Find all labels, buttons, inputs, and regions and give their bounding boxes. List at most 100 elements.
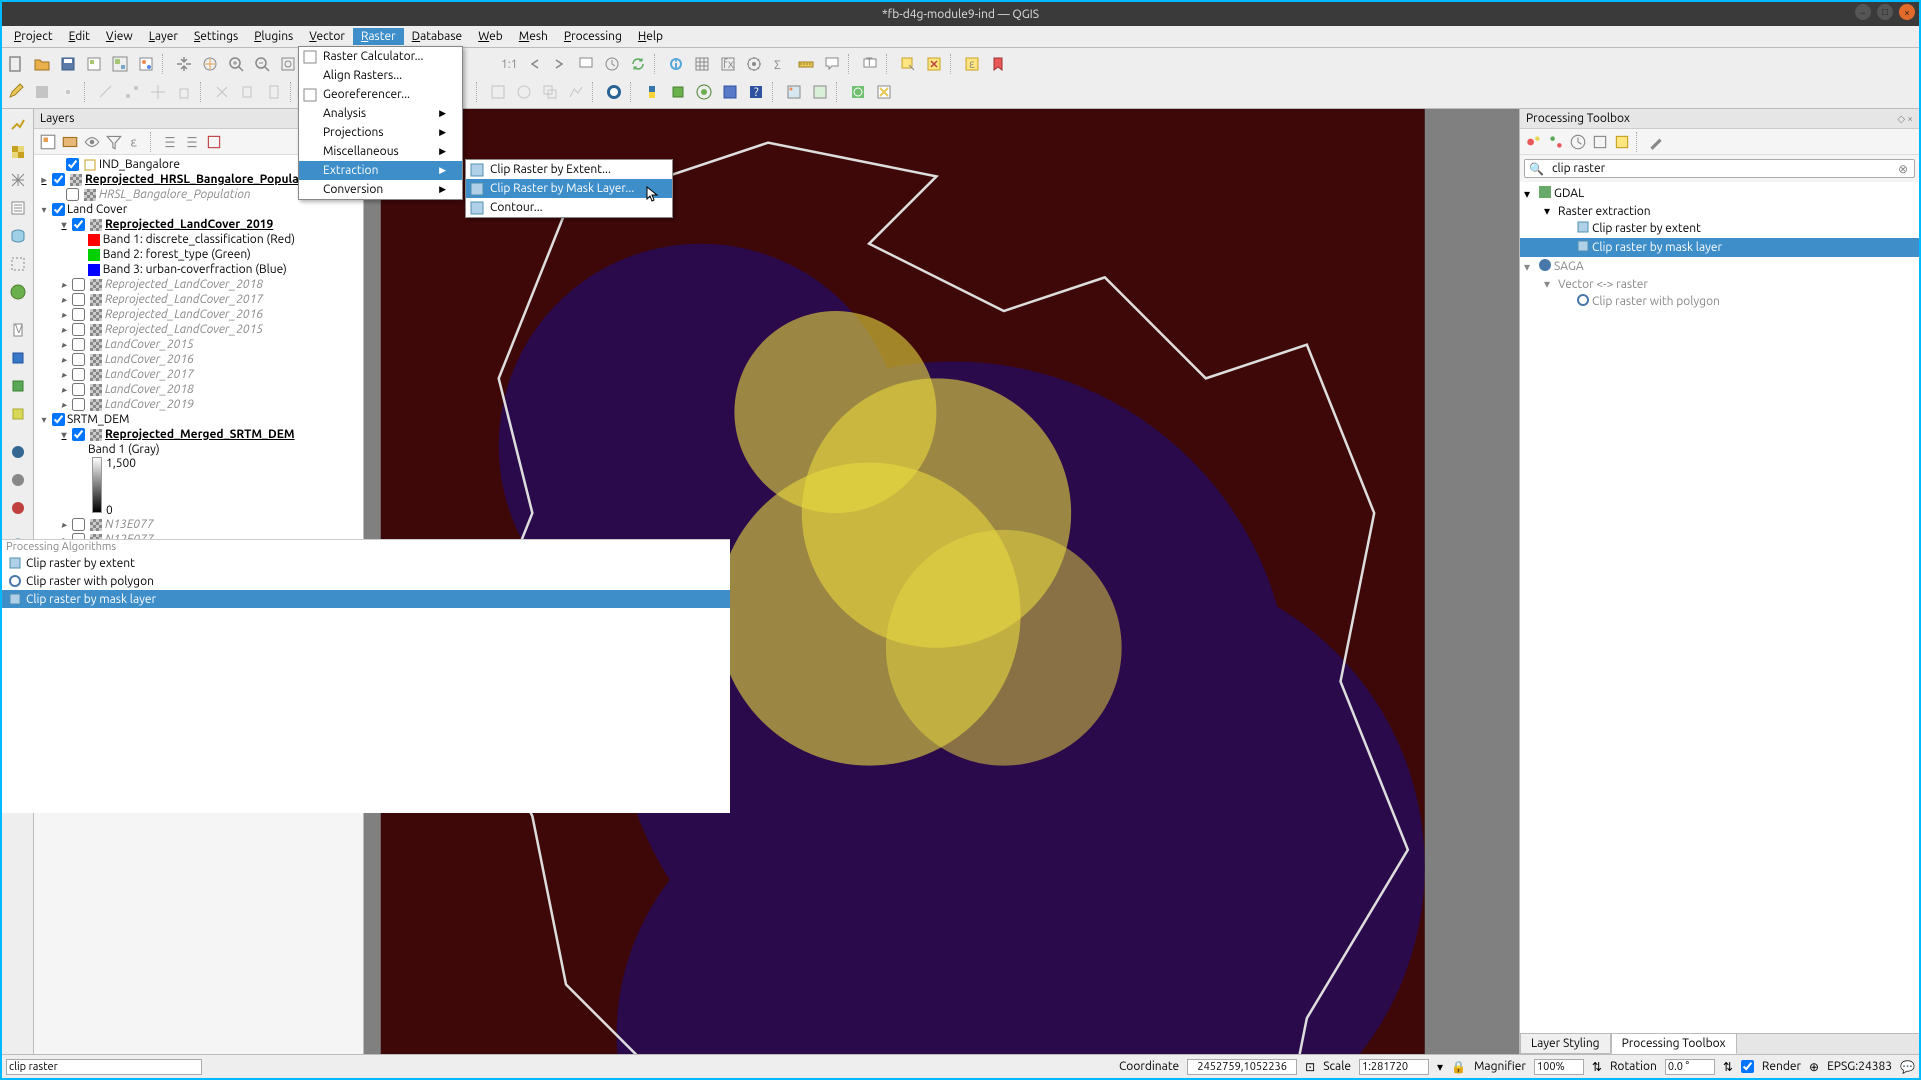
magnifier-input[interactable] bbox=[1534, 1059, 1584, 1075]
layer-name[interactable]: IND_Bangalore bbox=[99, 158, 180, 171]
new-map-view-icon[interactable] bbox=[574, 52, 598, 76]
expand-icon[interactable]: ▸ bbox=[58, 309, 70, 321]
close-button[interactable]: × bbox=[1899, 4, 1915, 20]
new-memory-icon[interactable] bbox=[5, 401, 31, 427]
spinner-icon[interactable]: ⇅ bbox=[1723, 1060, 1733, 1074]
expand-all-icon[interactable] bbox=[160, 132, 180, 152]
menu-vector[interactable]: Vector bbox=[301, 28, 353, 45]
layer-name[interactable]: HRSL_Bangalore_Population bbox=[99, 188, 251, 201]
visibility-icon[interactable] bbox=[82, 132, 102, 152]
messages-icon[interactable]: 💬 bbox=[1900, 1060, 1915, 1074]
new-geopackage-icon[interactable] bbox=[5, 345, 31, 371]
identify-icon[interactable] bbox=[664, 52, 688, 76]
zoom-last-icon[interactable] bbox=[522, 52, 546, 76]
menu-item-georeferencer-[interactable]: Georeferencer... bbox=[299, 85, 462, 104]
render-checkbox[interactable] bbox=[1741, 1060, 1754, 1073]
layer-checkbox[interactable] bbox=[72, 308, 85, 321]
processing-search-input[interactable] bbox=[1548, 160, 1892, 177]
submenu-item-clip-raster-by-extent-[interactable]: Clip Raster by Extent... bbox=[466, 160, 672, 179]
locator-item-selected[interactable]: Clip raster by mask layer bbox=[2, 590, 730, 608]
wms-layer-icon[interactable] bbox=[5, 279, 31, 305]
menu-processing[interactable]: Processing bbox=[556, 28, 630, 45]
temporal-icon[interactable] bbox=[600, 52, 624, 76]
oracle-icon[interactable] bbox=[5, 495, 31, 521]
layer-name[interactable]: Reprojected_LandCover_2018 bbox=[105, 278, 263, 291]
save-project-icon[interactable] bbox=[56, 52, 80, 76]
algorithm-name[interactable]: Clip raster by mask layer bbox=[1592, 241, 1722, 254]
expand-icon[interactable]: ▾ bbox=[58, 429, 70, 441]
clear-search-icon[interactable]: ⊗ bbox=[1892, 162, 1914, 176]
zoom-full-icon[interactable] bbox=[276, 52, 300, 76]
minimize-button[interactable]: − bbox=[1855, 4, 1871, 20]
expand-icon[interactable]: ▸ bbox=[58, 324, 70, 336]
layer-checkbox[interactable] bbox=[72, 293, 85, 306]
vertex-tool-icon[interactable] bbox=[120, 80, 144, 104]
mssql-icon[interactable] bbox=[5, 467, 31, 493]
layer-checkbox[interactable] bbox=[72, 383, 85, 396]
processing-tree[interactable]: ▾GDAL ▾Raster extraction Clip raster by … bbox=[1520, 182, 1919, 1033]
style-dock-icon[interactable] bbox=[38, 132, 58, 152]
layer-name[interactable]: Reprojected_Merged_SRTM_DEM bbox=[105, 428, 295, 441]
zoom-next-icon[interactable] bbox=[548, 52, 572, 76]
raster-layer-icon[interactable] bbox=[5, 139, 31, 165]
panel-undock-icon[interactable]: ◇ × bbox=[1897, 113, 1913, 125]
georef-icon[interactable] bbox=[782, 80, 806, 104]
lock-icon[interactable]: 🔒 bbox=[1451, 1060, 1466, 1074]
provider-name[interactable]: GDAL bbox=[1554, 187, 1584, 200]
expand-icon[interactable]: ▸ bbox=[38, 174, 50, 186]
cut-icon[interactable] bbox=[210, 80, 234, 104]
group-name[interactable]: Vector <-> raster bbox=[1558, 278, 1648, 291]
save-edits-icon[interactable] bbox=[30, 80, 54, 104]
expand-icon[interactable]: ▾ bbox=[38, 204, 50, 216]
layer-checkbox[interactable] bbox=[72, 428, 85, 441]
layer-checkbox[interactable] bbox=[72, 353, 85, 366]
expand-icon[interactable]: ▸ bbox=[58, 369, 70, 381]
buffer-icon[interactable] bbox=[512, 80, 536, 104]
layer-checkbox[interactable] bbox=[72, 338, 85, 351]
menu-help[interactable]: Help bbox=[630, 28, 671, 45]
menu-item-miscellaneous[interactable]: Miscellaneous▶ bbox=[299, 142, 462, 161]
layer-checkbox[interactable] bbox=[72, 518, 85, 531]
expand-icon[interactable]: ▸ bbox=[58, 354, 70, 366]
open-project-icon[interactable] bbox=[30, 52, 54, 76]
layers-tree[interactable]: IND_Bangalore ▸Reprojected_HRSL_Bangalor… bbox=[34, 155, 363, 575]
pan-selection-icon[interactable] bbox=[198, 52, 222, 76]
add-feature-icon[interactable] bbox=[56, 80, 80, 104]
toolbox-icon[interactable] bbox=[742, 52, 766, 76]
select-features-icon[interactable] bbox=[896, 52, 920, 76]
mesh-layer-icon[interactable] bbox=[5, 167, 31, 193]
menu-plugins[interactable]: Plugins bbox=[246, 28, 301, 45]
group-checkbox[interactable] bbox=[52, 413, 65, 426]
vector-layer-icon[interactable] bbox=[5, 111, 31, 137]
layer-checkbox[interactable] bbox=[72, 323, 85, 336]
layer-name[interactable]: LandCover_2016 bbox=[105, 353, 194, 366]
menu-item-analysis[interactable]: Analysis▶ bbox=[299, 104, 462, 123]
results-icon[interactable] bbox=[1590, 132, 1610, 152]
menu-raster[interactable]: Raster bbox=[353, 28, 404, 45]
locator-item[interactable]: Clip raster by extent bbox=[2, 554, 730, 572]
add-group-icon[interactable] bbox=[60, 132, 80, 152]
layer-checkbox[interactable] bbox=[72, 278, 85, 291]
crs-label[interactable]: EPSG:24383 bbox=[1827, 1060, 1892, 1073]
maptips-icon[interactable] bbox=[820, 52, 844, 76]
clock-icon[interactable] bbox=[1568, 132, 1588, 152]
pan-icon[interactable] bbox=[172, 52, 196, 76]
menu-item-conversion[interactable]: Conversion▶ bbox=[299, 180, 462, 199]
provider-name[interactable]: SAGA bbox=[1554, 260, 1584, 273]
expand-icon[interactable]: ▸ bbox=[58, 339, 70, 351]
expand-icon[interactable]: ▸ bbox=[58, 399, 70, 411]
expand-icon[interactable]: ▸ bbox=[58, 294, 70, 306]
remove-layer-icon[interactable] bbox=[204, 132, 224, 152]
expand-icon[interactable]: ▾ bbox=[1544, 204, 1556, 218]
expand-icon[interactable]: ▾ bbox=[1544, 277, 1556, 291]
layer-name[interactable]: LandCover_2018 bbox=[105, 383, 194, 396]
submenu-item-clip-raster-by-mask-layer-[interactable]: Clip Raster by Mask Layer... bbox=[466, 179, 672, 198]
simplify-icon[interactable] bbox=[564, 80, 588, 104]
paste-icon[interactable] bbox=[262, 80, 286, 104]
layer-name[interactable]: LandCover_2017 bbox=[105, 368, 194, 381]
expression-filter-icon[interactable]: ε bbox=[126, 132, 146, 152]
rotation-input[interactable] bbox=[1665, 1059, 1715, 1075]
layout-manager-icon[interactable] bbox=[108, 52, 132, 76]
menu-layer[interactable]: Layer bbox=[141, 28, 186, 45]
postgis-icon[interactable] bbox=[5, 439, 31, 465]
